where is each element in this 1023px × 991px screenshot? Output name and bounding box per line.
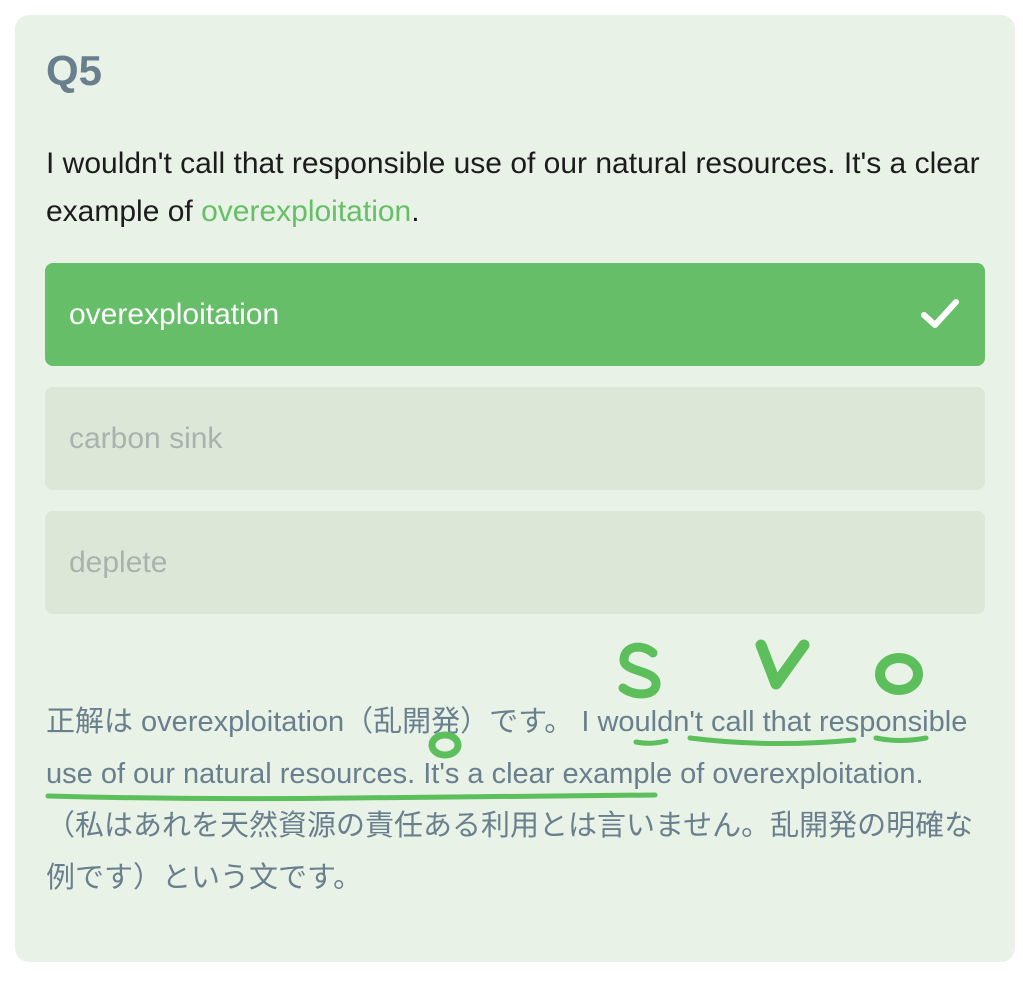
- option-label: deplete: [69, 545, 168, 579]
- question-number: Q5: [46, 47, 103, 94]
- option-label: carbon sink: [69, 421, 223, 455]
- option-carbon-sink[interactable]: carbon sink: [45, 387, 985, 490]
- option-deplete[interactable]: deplete: [45, 511, 985, 614]
- question-text-after: .: [411, 195, 420, 228]
- question-answer-word: overexploitation: [201, 195, 412, 228]
- question-text: I wouldn't call that responsible use of …: [46, 140, 986, 236]
- question-text-before: I wouldn't call that responsible use of …: [46, 147, 980, 228]
- explanation-text: 正解は overexploitation（乱開発）です。 I wouldn't …: [46, 706, 974, 894]
- option-label: overexploitation: [69, 297, 280, 331]
- option-overexploitation[interactable]: overexploitation: [45, 263, 985, 366]
- checkmark-icon: [921, 299, 959, 328]
